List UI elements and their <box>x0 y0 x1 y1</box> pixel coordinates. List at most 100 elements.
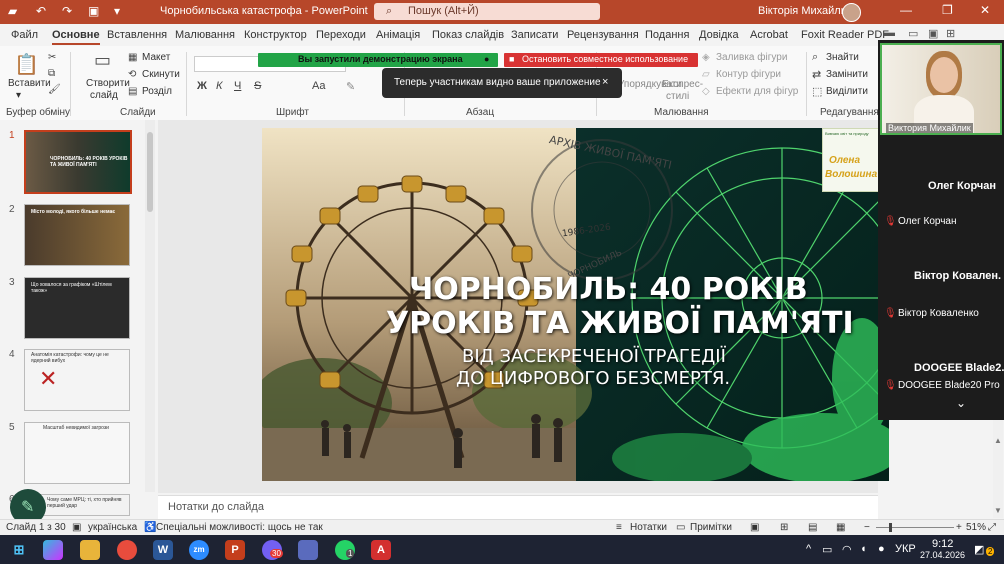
tab-review[interactable]: Рецензування <box>567 29 639 41</box>
layout-button[interactable]: Макет <box>142 52 170 63</box>
slide-thumbnail-2[interactable]: Місто молоді, якого більше немає <box>24 204 130 266</box>
tab-home[interactable]: Основне <box>52 29 100 45</box>
italic-button[interactable]: К <box>216 80 222 92</box>
reset-button[interactable]: Скинути <box>142 69 180 80</box>
quick-styles-button-line2[interactable]: стилі <box>666 91 689 102</box>
clock-time[interactable]: 9:12 <box>932 538 953 550</box>
chevron-down-icon[interactable]: ▾ <box>16 90 21 101</box>
select-button[interactable]: Виділити <box>826 86 868 97</box>
copilot-icon[interactable] <box>43 540 63 560</box>
notifications-icon[interactable]: ◩ <box>974 543 984 556</box>
chevron-down-icon[interactable]: ▾ <box>114 4 120 18</box>
underline-button[interactable]: Ч <box>234 80 241 92</box>
save-disk-icon[interactable] <box>298 540 318 560</box>
slide-thumbnail-4[interactable]: Анатомія катастрофи: чому це не ядерний … <box>24 349 130 411</box>
new-slide-icon[interactable]: ▭ <box>94 50 111 71</box>
speaker-icon[interactable]: ◖ <box>860 543 867 555</box>
strikethrough-button[interactable]: S <box>254 80 261 92</box>
notes-toggle[interactable]: Нотатки <box>630 522 667 533</box>
new-slide-button-line2[interactable]: слайд <box>90 90 118 101</box>
slide-sorter-icon[interactable]: ⊞ <box>780 522 788 533</box>
language-status[interactable]: українська <box>88 522 137 533</box>
replace-button[interactable]: Замінити <box>826 69 868 80</box>
zoom-in-icon[interactable]: + <box>956 522 962 533</box>
start-icon[interactable]: ⊞ <box>9 540 29 560</box>
zoom-level[interactable]: 51% <box>966 522 986 533</box>
input-language[interactable]: УКР <box>895 543 916 555</box>
chevron-down-icon[interactable]: ⌄ <box>956 396 966 410</box>
minimize-video-icon[interactable]: ▬ <box>884 27 895 39</box>
restore-icon[interactable]: ❐ <box>942 3 953 17</box>
copy-icon[interactable]: ⧉ <box>48 68 55 79</box>
user-name[interactable]: Вікторія Михайлик <box>758 5 852 17</box>
tab-view[interactable]: Подання <box>645 29 689 41</box>
wifi-icon[interactable]: ◠ <box>842 543 852 556</box>
acrobat-icon[interactable]: A <box>371 540 391 560</box>
save-icon[interactable]: ▣ <box>88 4 99 18</box>
slide-thumbnail-1[interactable]: ЧОРНОБИЛЬ: 40 РОКІВ УРОКІВ ТА ЖИВОЇ ПАМ'… <box>24 130 132 194</box>
shape-fill-button[interactable]: Заливка фігури <box>716 52 787 63</box>
word-icon[interactable]: W <box>153 540 173 560</box>
new-slide-button[interactable]: Створити <box>86 78 130 89</box>
tab-slideshow[interactable]: Показ слайдів <box>432 29 504 41</box>
reading-view-icon[interactable]: ▤ <box>808 522 817 533</box>
tab-help[interactable]: Довідка <box>699 29 739 41</box>
cut-icon[interactable]: ✂ <box>48 52 56 63</box>
slide-thumbnail-5[interactable]: Масштаб невидимої загрози <box>24 422 130 484</box>
bold-button[interactable]: Ж <box>197 80 207 92</box>
tab-draw[interactable]: Малювання <box>175 29 235 41</box>
slideshow-icon[interactable]: ▦ <box>836 522 845 533</box>
avatar[interactable] <box>842 3 861 22</box>
normal-view-icon[interactable]: ▣ <box>750 522 759 533</box>
tab-record[interactable]: Записати <box>511 29 558 41</box>
zoom-out-icon[interactable]: − <box>864 522 870 533</box>
slide-scrollbar[interactable]: ▲ ▼ <box>993 420 1003 518</box>
find-button[interactable]: Знайти <box>826 52 859 63</box>
zoom-slider[interactable] <box>876 527 954 528</box>
scroll-down-icon[interactable]: ▼ <box>994 506 1002 515</box>
paste-icon[interactable]: 📋 <box>14 52 39 77</box>
tray-card-icon[interactable]: ▭ <box>822 543 832 556</box>
slide-thumbnail-3[interactable]: Що ховалося за графіком «Штілем також» <box>24 277 130 339</box>
mic-icon[interactable]: ● <box>878 543 885 555</box>
tab-file[interactable]: Файл <box>11 29 38 41</box>
video-grid-icon[interactable]: ⊞ <box>946 27 955 40</box>
format-painter-icon[interactable]: 🖌 <box>48 84 61 95</box>
paste-button[interactable]: Вставити <box>8 78 51 89</box>
minimize-icon[interactable]: — <box>900 3 912 17</box>
tab-foxit[interactable]: Foxit Reader PDF <box>801 29 889 41</box>
tab-design[interactable]: Конструктор <box>244 29 307 41</box>
tab-insert[interactable]: Вставлення <box>107 29 167 41</box>
powerpoint-icon[interactable]: P <box>225 540 245 560</box>
close-icon[interactable]: × <box>602 76 608 88</box>
clock-date[interactable]: 27.04.2026 <box>920 550 965 560</box>
scrollbar-thumb[interactable] <box>147 132 153 212</box>
shape-outline-button[interactable]: Контур фігури <box>716 69 781 80</box>
redo-icon[interactable]: ↷ <box>62 4 72 18</box>
accessibility-status[interactable]: Спеціальні можливості: щось не так <box>156 522 323 533</box>
section-button[interactable]: Розділ <box>142 86 172 97</box>
close-icon[interactable]: ✕ <box>980 3 990 17</box>
proofing-icon[interactable]: ▣ <box>72 522 81 533</box>
zoom-icon[interactable]: zm <box>189 540 209 560</box>
search-box[interactable]: ⌕ Пошук (Alt+Й) <box>374 3 600 20</box>
tray-chevron-icon[interactable]: ^ <box>806 543 811 555</box>
stop-share-button[interactable]: ■ Остановить совместное использование <box>504 53 698 67</box>
tab-animations[interactable]: Анімація <box>376 29 420 41</box>
zoom-slider-thumb[interactable] <box>889 523 892 532</box>
undo-icon[interactable]: ↶ <box>36 4 46 18</box>
notes-pane[interactable]: Нотатки до слайда <box>158 495 878 520</box>
change-case-button[interactable]: Aa <box>312 80 325 92</box>
fit-to-window-icon[interactable]: ⤢ <box>988 522 996 533</box>
comments-toggle[interactable]: Примітки <box>690 522 732 533</box>
quick-styles-button[interactable]: Експрес- <box>662 79 703 90</box>
current-slide[interactable]: АРХІВ ЖИВОЇ ПАМ'ЯТІ 1986-2026 ЧОРНОБИЛЬ … <box>262 128 889 481</box>
tab-acrobat[interactable]: Acrobat <box>750 29 788 41</box>
chrome-icon[interactable] <box>117 540 137 560</box>
highlight-icon[interactable]: ✎ <box>346 80 355 93</box>
shape-effects-button[interactable]: Ефекти для фігур <box>716 86 798 97</box>
video-gallery-icon[interactable]: ▣ <box>928 27 938 40</box>
file-explorer-icon[interactable] <box>80 540 100 560</box>
scroll-up-icon[interactable]: ▲ <box>994 436 1002 445</box>
tab-transitions[interactable]: Переходи <box>316 29 366 41</box>
